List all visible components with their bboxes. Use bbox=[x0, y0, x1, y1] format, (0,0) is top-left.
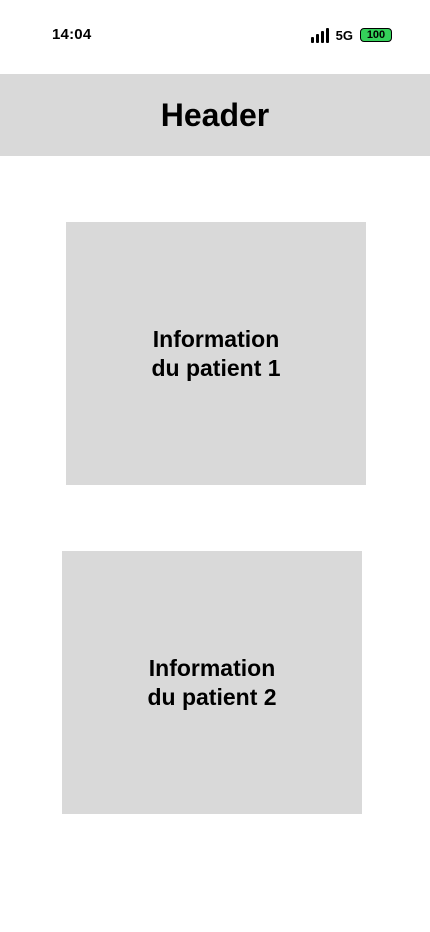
patient-card-2[interactable]: Information du patient 2 bbox=[62, 551, 362, 814]
network-type: 5G bbox=[335, 27, 353, 43]
battery-icon: 100 bbox=[360, 28, 392, 42]
signal-bars-icon bbox=[310, 27, 329, 43]
status-indicators: 5G 100 bbox=[310, 26, 392, 44]
status-bar: 14:04 5G 100 bbox=[0, 0, 430, 74]
header-title: Header bbox=[160, 96, 270, 133]
patient-card-label: Information du patient 1 bbox=[151, 325, 281, 381]
patient-card-label: Information du patient 2 bbox=[147, 654, 277, 710]
patient-card-1[interactable]: Information du patient 1 bbox=[66, 222, 366, 485]
status-time: 14:04 bbox=[52, 26, 92, 43]
battery-level: 100 bbox=[366, 28, 386, 41]
header-bar: Header bbox=[0, 74, 430, 156]
